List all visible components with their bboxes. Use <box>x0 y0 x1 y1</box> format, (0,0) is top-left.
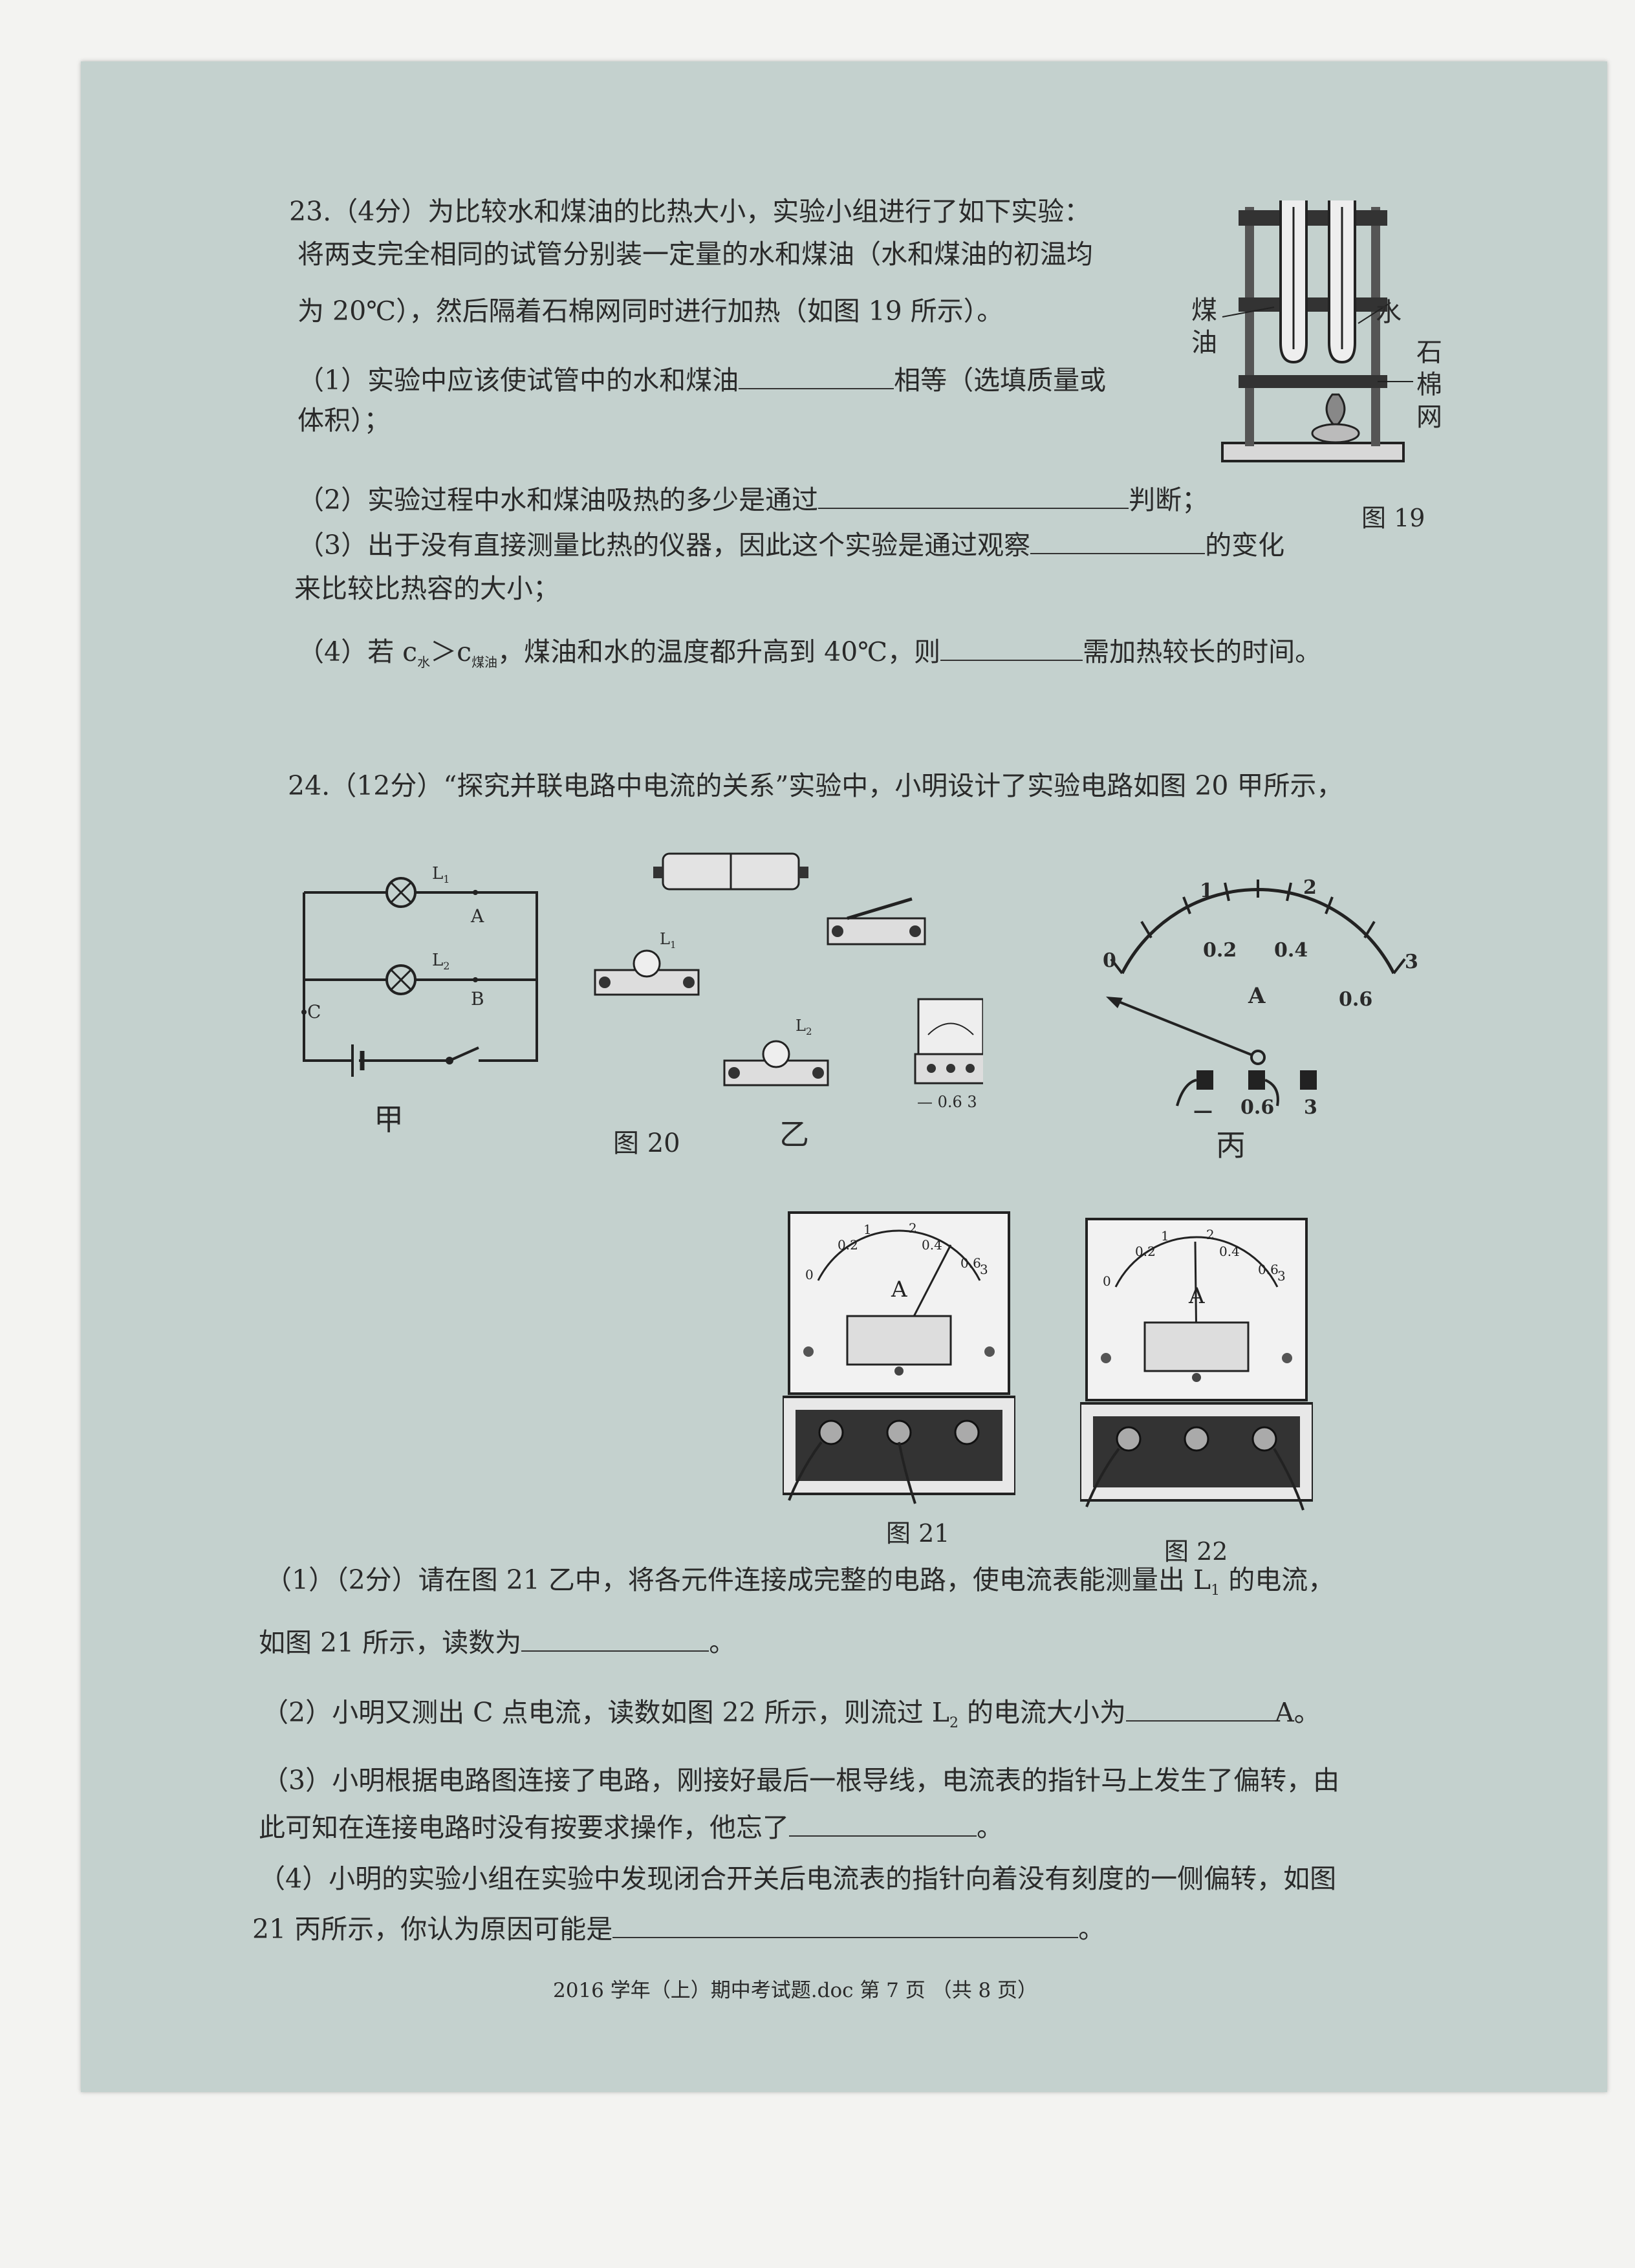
fig20-point-A: A <box>471 905 484 927</box>
figure-20-circuit-jia <box>301 877 538 1077</box>
fig22-caption: 图 22 <box>1164 1537 1228 1566</box>
q24-part1: （1）（2分）请在图 21 乙中，将各元件连接成完整的电路，使电流表能测量出 L… <box>265 1564 1335 1599</box>
svg-text:3: 3 <box>1277 1268 1286 1284</box>
fig19-label-water: 水 <box>1376 297 1402 327</box>
q23-blank4[interactable] <box>940 634 1083 661</box>
fig20-bing-scale-04: 0.4 <box>1274 939 1308 962</box>
q23-part3: （3）出于没有直接测量比热的仪器，因此这个实验是通过观察 的变化 <box>298 527 1284 561</box>
svg-text:3: 3 <box>980 1262 988 1277</box>
fig20-bing-unit: A <box>1248 983 1266 1009</box>
svg-text:0.6: 0.6 <box>1258 1262 1279 1277</box>
q24-blank3[interactable] <box>789 1809 977 1837</box>
fig20-yi-meter-terminals: — 0.6 3 <box>917 1093 977 1111</box>
fig19-label-kerosene: 煤油 <box>1191 296 1217 358</box>
fig20-bing-scale-2: 2 <box>1303 876 1317 899</box>
svg-text:1: 1 <box>1161 1228 1169 1244</box>
fig20-yi-L1-label: L1 <box>660 930 677 951</box>
fig20-bing-scale-06: 0.6 <box>1339 988 1373 1011</box>
fig20-label-jia: 甲 <box>374 1102 404 1137</box>
q23-blank1[interactable] <box>739 362 894 389</box>
q24-part4-cont: 21 丙所示，你认为原因可能是。 <box>252 1911 1105 1945</box>
q23-part1: （1）实验中应该使试管中的水和煤油 相等（选填质量或 <box>298 362 1106 396</box>
fig20-L1-label: L1 <box>432 864 450 886</box>
q24-part3: （3）小明根据电路图连接了电路，刚接好最后一根导线，电流表的指针马上发生了偏转，… <box>262 1765 1340 1796</box>
q24-blank1[interactable] <box>521 1625 709 1652</box>
figure-21-ammeter: 0 0.2 1 2 0.4 0.63 A <box>783 1211 1015 1504</box>
fig20-bing-scale-02: 0.2 <box>1203 939 1237 962</box>
fig20-bing-scale-3: 3 <box>1405 951 1418 973</box>
fig20-L2-label: L2 <box>432 951 450 973</box>
fig21-caption: 图 21 <box>886 1519 950 1548</box>
fig20-point-C: C <box>307 1001 321 1022</box>
q24-part2: （2）小明又测出 C 点电流，读数如图 22 所示，则流过 L2 的电流大小为 A… <box>262 1694 1321 1740</box>
fig20-bing-scale-0: 0 <box>1103 949 1116 972</box>
figure-22-ammeter: 00.21 20.40.63 A <box>1080 1218 1313 1511</box>
q23-blank2[interactable] <box>818 482 1129 509</box>
q23-part2: （2）实验过程中水和煤油吸热的多少是通过 判断； <box>298 482 1208 516</box>
q24-intro: 24.（12分）“探究并联电路中电流的关系”实验中，小明设计了实验电路如图 20… <box>288 770 1343 801</box>
q23-line2: 将两支完全相同的试管分别装一定量的水和煤油（水和煤油的初温均 <box>298 239 1093 270</box>
fig19-label-gauze: 石棉网 <box>1416 338 1442 432</box>
q23-line1: 23.（4分）为比较水和煤油的比热大小，实验小组进行了如下实验： <box>289 196 1091 227</box>
svg-text:0.6: 0.6 <box>960 1255 981 1271</box>
svg-text:A: A <box>891 1277 907 1302</box>
svg-text:0.2: 0.2 <box>838 1237 858 1253</box>
q24-part1-cont: 如图 21 所示，读数为。 <box>259 1625 735 1659</box>
q23-line3: 为 20℃），然后隔着石棉网同时进行加热（如图 19 所示）。 <box>298 296 1004 327</box>
figure-20-components-yi <box>594 852 983 1086</box>
q24-part4: （4）小明的实验小组在实验中发现闭合开关后电流表的指针向着没有刻度的一侧偏转，如… <box>259 1863 1337 1894</box>
fig20-bing-scale-1: 1 <box>1200 880 1213 902</box>
svg-text:0.4: 0.4 <box>1219 1244 1240 1259</box>
fig20-bing-term-06: 0.6 <box>1240 1096 1275 1119</box>
q23-part3-cont: 来比较比热容的大小； <box>294 573 559 604</box>
svg-text:0.2: 0.2 <box>1135 1244 1156 1259</box>
q24-part3-cont: 此可知在连接电路时没有按要求操作，他忘了。 <box>259 1809 1003 1844</box>
fig20-label-yi: 乙 <box>779 1117 809 1152</box>
fig20-label-bing: 丙 <box>1216 1128 1246 1163</box>
q24-blank4[interactable] <box>612 1911 1079 1938</box>
fig20-bing-term-3: 3 <box>1304 1096 1317 1119</box>
q24-blank2[interactable] <box>1126 1694 1275 1722</box>
svg-text:0: 0 <box>805 1267 814 1282</box>
fig20-yi-L2-label: L2 <box>796 1017 812 1037</box>
fig20-bing-term-minus: — <box>1193 1099 1213 1122</box>
svg-text:1: 1 <box>863 1222 872 1237</box>
svg-text:0: 0 <box>1103 1273 1111 1289</box>
svg-text:0.4: 0.4 <box>922 1237 942 1253</box>
fig20-point-B: B <box>471 988 484 1010</box>
fig19-caption: 图 19 <box>1361 504 1425 532</box>
fig20-caption: 图 20 <box>613 1129 680 1158</box>
figure-19-apparatus <box>1221 200 1413 462</box>
svg-text:2: 2 <box>909 1220 917 1236</box>
q23-part4: （4）若 c水＞c煤油，煤油和水的温度都升高到 40℃，则 需加热较长的时间。 <box>298 634 1321 678</box>
page-footer: 2016 学年（上）期中考试题.doc 第 7 页 （共 8 页） <box>553 1979 1038 2002</box>
q23-blank3[interactable] <box>1030 527 1206 554</box>
q23-part1-cont: 体积）； <box>298 405 391 436</box>
svg-text:2: 2 <box>1206 1227 1215 1242</box>
